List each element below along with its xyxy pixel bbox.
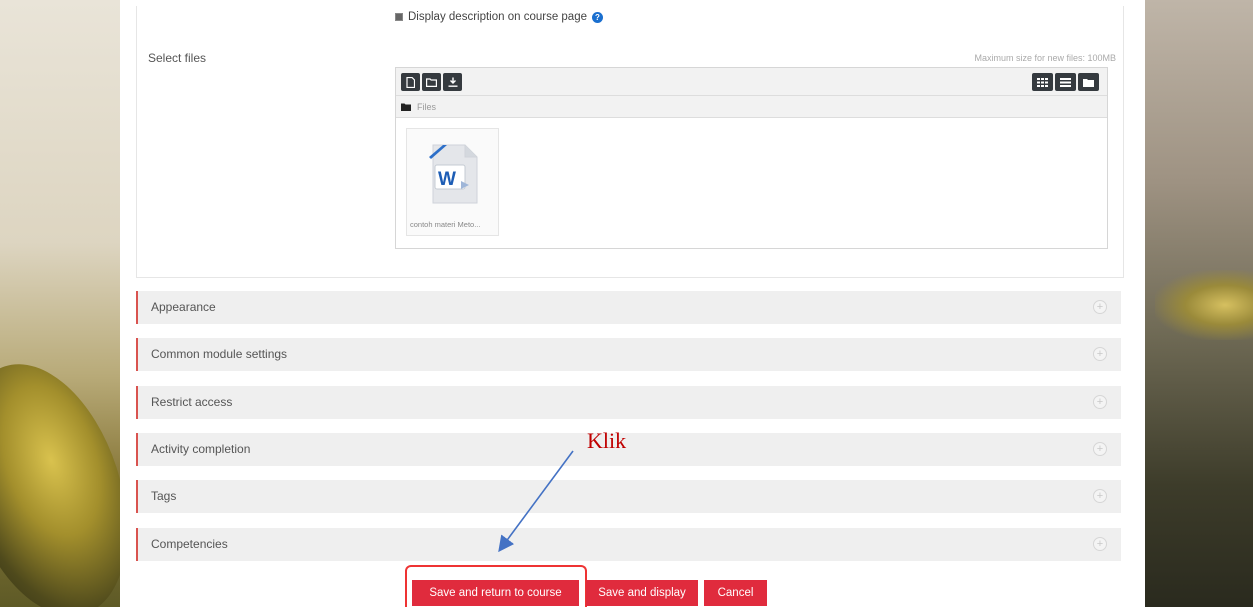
annotation-arrow xyxy=(498,450,574,553)
